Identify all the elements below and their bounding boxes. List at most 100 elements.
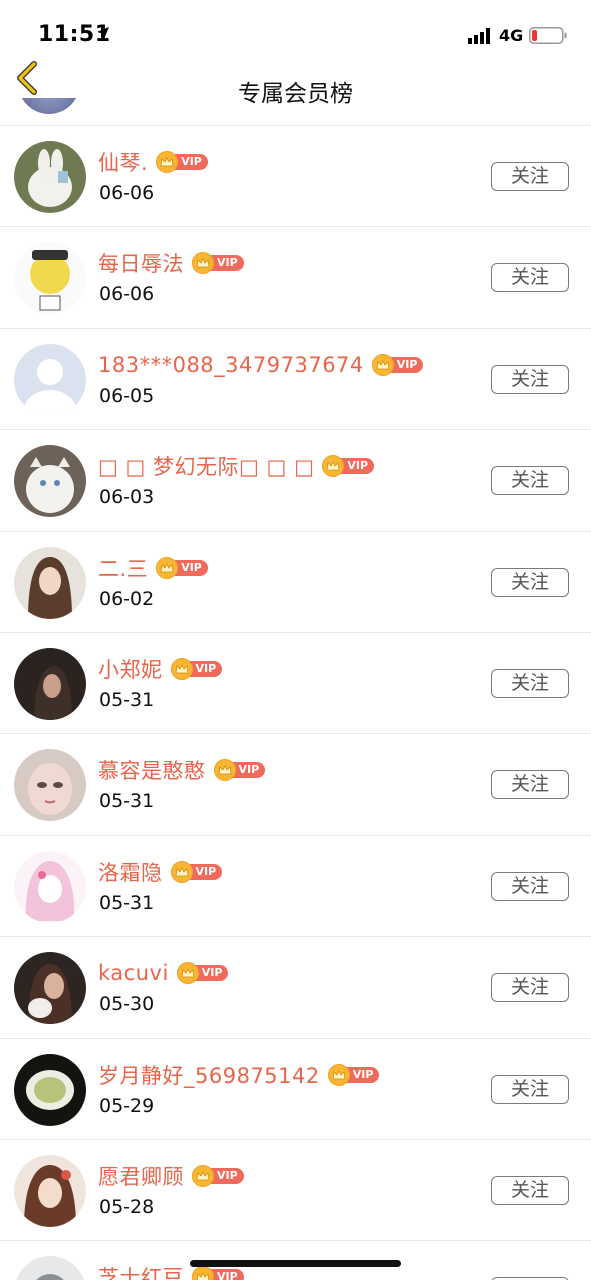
location-arrow-icon (97, 27, 109, 39)
member-name-line: □ □ 梦幻无际□ □ □ VIP (98, 451, 375, 481)
crown-icon (192, 1266, 214, 1280)
member-name: 慕容是憨憨 (98, 759, 206, 784)
member-name: 每日辱法 (98, 252, 184, 277)
vip-badge: VIP (327, 1063, 380, 1086)
member-date: 06-06 (99, 283, 155, 306)
member-name: 仙琴. (98, 151, 149, 175)
list-item[interactable]: 二.三 VIP 06-02 关注 (0, 532, 591, 633)
member-name-line: 洛霜隐 VIP (98, 857, 223, 887)
avatar (14, 445, 86, 518)
crown-icon (371, 353, 394, 376)
member-name-line: 仙琴. VIP (98, 147, 208, 177)
member-name: 小郑妮 (98, 657, 163, 682)
vip-badge: VIP (322, 455, 375, 478)
vip-badge: VIP (213, 759, 266, 782)
follow-button[interactable]: 关注 (491, 466, 569, 496)
avatar (14, 647, 86, 720)
member-name-line: kacuvi VIP (98, 958, 229, 988)
home-indicator[interactable] (190, 1260, 401, 1267)
signal-icon (468, 28, 490, 44)
member-name: 岁月静好_569875142 (98, 1063, 320, 1088)
follow-button[interactable]: 关注 (491, 364, 569, 394)
crown-icon (170, 860, 193, 883)
vip-badge: VIP (192, 1164, 244, 1187)
status-bar: 11:51 4G (0, 0, 591, 58)
avatar (14, 141, 86, 213)
member-date: 06-02 (99, 587, 155, 610)
crown-icon (327, 1063, 350, 1086)
list-item[interactable]: 183***088_3479737674 VIP 06-05 关注 (0, 329, 591, 431)
member-ranking-screen: 11:51 4G 专属会员榜 仙琴. VIP 06-06 关注 每日辱法 VIP… (0, 0, 591, 1280)
member-name-line: 岁月静好_569875142 VIP (98, 1060, 380, 1090)
member-date: 05-31 (99, 891, 155, 914)
avatar (14, 850, 86, 923)
crown-icon (192, 252, 214, 275)
follow-button[interactable]: 关注 (491, 263, 569, 293)
vip-badge: VIP (170, 657, 223, 680)
member-date: 05-31 (99, 688, 155, 711)
follow-button[interactable]: 关注 (491, 1074, 569, 1104)
avatar (14, 546, 86, 619)
list-item[interactable]: 小郑妮 VIP 05-31 关注 (0, 633, 591, 735)
network-type: 4G (499, 26, 524, 45)
list-item[interactable]: 仙琴. VIP 06-06 关注 (0, 126, 591, 228)
avatar (14, 952, 86, 1025)
battery-icon (529, 27, 567, 44)
page-title: 专属会员榜 (238, 81, 353, 107)
avatar (14, 1053, 86, 1126)
crown-icon (213, 759, 236, 782)
vip-badge: VIP (156, 151, 208, 173)
follow-button[interactable]: 关注 (491, 973, 569, 1003)
follow-button[interactable]: 关注 (491, 770, 569, 800)
crown-icon (156, 556, 179, 579)
vip-badge: VIP (371, 353, 424, 376)
vip-badge: VIP (156, 556, 208, 579)
member-name: 183***088_3479737674 (98, 352, 364, 377)
member-name: 二.三 (98, 556, 149, 581)
member-name: 芝士红豆 (98, 1266, 184, 1280)
member-name: 愿君卿顾 (98, 1164, 184, 1189)
avatar (14, 1154, 86, 1227)
member-date: 05-30 (99, 993, 155, 1016)
vip-badge: VIP (176, 962, 229, 985)
list-item[interactable]: □ □ 梦幻无际□ □ □ VIP 06-03 关注 (0, 430, 591, 532)
list-item[interactable]: 愿君卿顾 VIP 05-28 关注 (0, 1140, 591, 1242)
vip-badge: VIP (170, 860, 223, 883)
member-name-line: 慕容是憨憨 VIP (98, 755, 266, 785)
crown-icon (192, 1164, 214, 1187)
member-date: 05-31 (99, 790, 155, 813)
crown-icon (176, 962, 199, 985)
list-item[interactable]: 每日辱法 VIP 06-06 关注 (0, 227, 591, 329)
member-name: 洛霜隐 (98, 860, 163, 885)
avatar (14, 1256, 86, 1280)
list-item[interactable]: 岁月静好_569875142 VIP 05-29 关注 (0, 1039, 591, 1140)
member-date: 05-29 (99, 1094, 155, 1117)
member-name-line: 愿君卿顾 VIP (98, 1161, 244, 1191)
member-name-line: 每日辱法 VIP (98, 248, 244, 278)
member-name-line: 二.三 VIP (98, 553, 208, 583)
avatar (14, 242, 86, 315)
member-name-line: 小郑妮 VIP (98, 654, 223, 684)
member-name-line: 183***088_3479737674 VIP (98, 350, 424, 380)
nav-bar: 专属会员榜 (0, 58, 591, 126)
vip-badge: VIP (192, 1266, 244, 1280)
list-item[interactable]: 慕容是憨憨 VIP 05-31 关注 (0, 734, 591, 836)
list-item[interactable]: kacuvi VIP 05-30 关注 (0, 937, 591, 1039)
follow-button[interactable]: 关注 (491, 162, 569, 191)
member-date: 06-06 (99, 182, 155, 204)
list-item[interactable]: 洛霜隐 VIP 05-31 关注 (0, 836, 591, 938)
member-date: 06-03 (99, 486, 155, 509)
member-list: 仙琴. VIP 06-06 关注 每日辱法 VIP 06-06 关注 183**… (0, 126, 591, 1280)
member-date: 05-28 (99, 1195, 155, 1218)
follow-button[interactable]: 关注 (491, 668, 569, 698)
follow-button[interactable]: 关注 (491, 567, 569, 597)
avatar (14, 343, 86, 416)
member-name: □ □ 梦幻无际□ □ □ (98, 455, 315, 480)
follow-button[interactable]: 关注 (491, 871, 569, 901)
vip-badge: VIP (192, 252, 244, 275)
crown-icon (170, 657, 193, 680)
follow-button[interactable]: 关注 (491, 1175, 569, 1205)
member-name: kacuvi (98, 961, 169, 986)
avatar (14, 749, 86, 822)
member-date: 06-05 (99, 384, 155, 407)
